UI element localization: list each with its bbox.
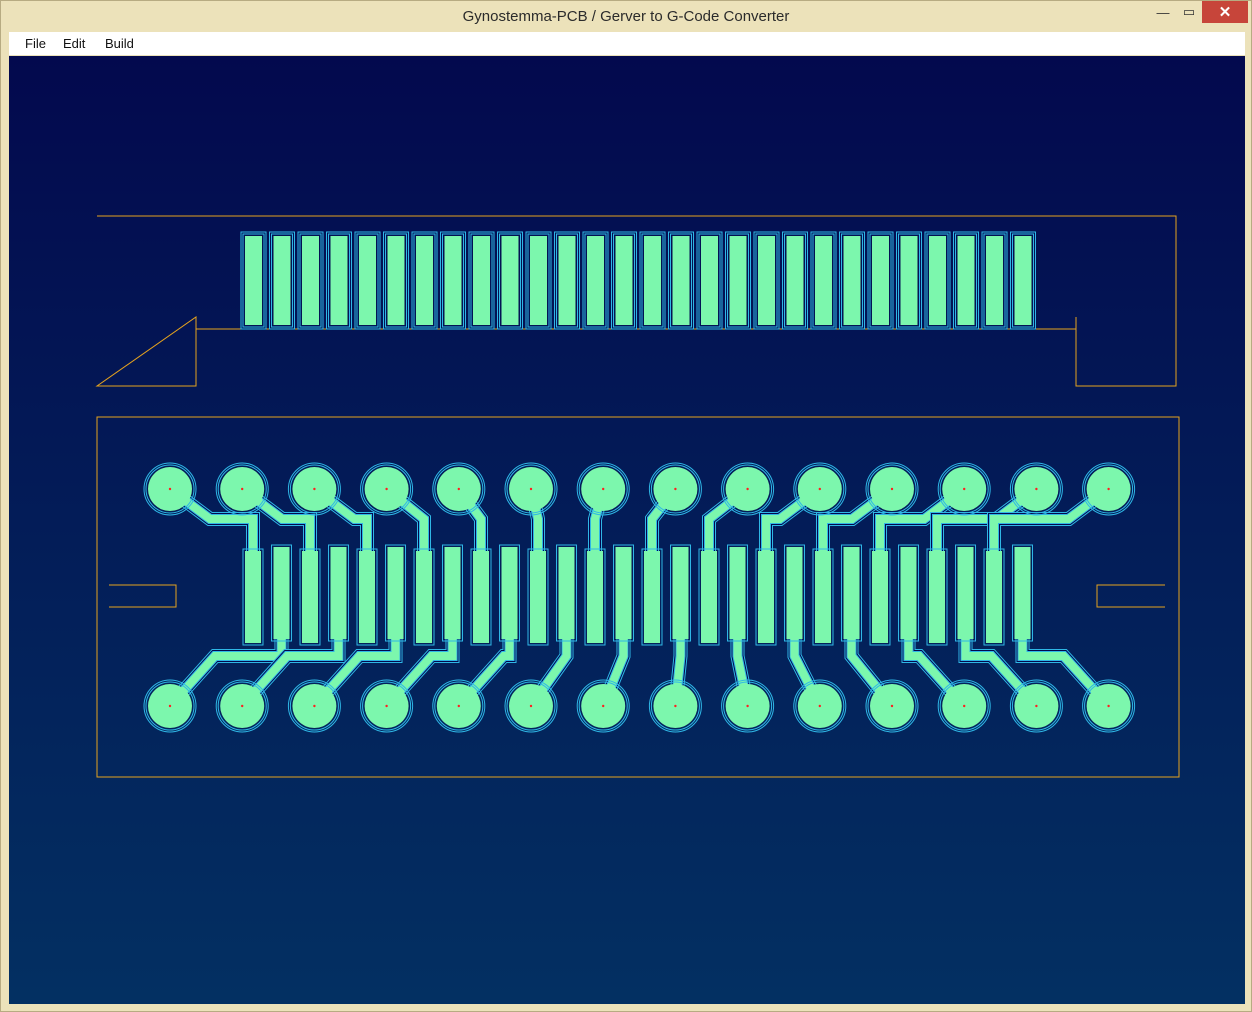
drill-mark: [890, 487, 894, 491]
middle-pad: [986, 551, 1002, 643]
maximize-button[interactable]: ▭: [1175, 1, 1203, 23]
top-pad: [644, 236, 661, 325]
menu-build[interactable]: Build: [105, 36, 134, 51]
top-pad: [330, 236, 348, 325]
drill-mark: [818, 704, 821, 708]
drill-mark: [1035, 487, 1038, 491]
drill-mark: [746, 487, 749, 491]
drill-mark: [674, 487, 677, 491]
top-pad: [929, 236, 946, 325]
top-pad: [957, 236, 975, 325]
drill-mark: [385, 704, 388, 708]
drill-mark: [602, 704, 605, 708]
top-pad: [758, 236, 775, 325]
drill-mark: [457, 704, 460, 708]
middle-pad: [359, 551, 375, 643]
top-pad: [729, 236, 747, 325]
drill-mark: [529, 487, 533, 491]
middle-pad: [872, 551, 888, 643]
top-pad: [530, 236, 547, 325]
app-window: Gynostemma-PCB / Gerver to G-Code Conver…: [0, 0, 1252, 1012]
drill-mark: [241, 704, 244, 708]
top-pad: [501, 236, 519, 325]
top-pad: [473, 236, 490, 325]
right-slot: [1096, 584, 1165, 608]
drill-mark: [1035, 704, 1038, 708]
middle-pad: [1014, 547, 1031, 639]
top-pad: [843, 236, 861, 325]
top-pad: [986, 236, 1003, 325]
top-pad: [359, 236, 376, 325]
top-pad: [587, 236, 604, 325]
middle-pad: [672, 547, 689, 639]
drill-mark: [818, 487, 821, 491]
middle-pad: [729, 547, 746, 639]
drill-mark: [529, 704, 533, 708]
middle-pad: [587, 551, 603, 643]
menu-bar: File Edit Build: [9, 32, 1245, 55]
drill-mark: [602, 487, 605, 491]
middle-pad: [530, 551, 546, 643]
minimize-button[interactable]: —: [1149, 1, 1177, 23]
drill-mark: [1107, 704, 1110, 708]
top-pad: [558, 236, 576, 325]
middle-pad: [786, 547, 803, 639]
middle-pad: [900, 547, 917, 639]
top-pad: [615, 236, 633, 325]
pcb-canvas[interactable]: [9, 56, 1245, 1004]
top-pad: [416, 236, 433, 325]
menu-edit[interactable]: Edit: [63, 36, 85, 51]
drill-mark: [746, 704, 749, 708]
drill-mark: [241, 487, 244, 491]
drill-mark: [168, 704, 172, 708]
drill-mark: [963, 704, 966, 708]
top-pad: [872, 236, 889, 325]
top-pad: [672, 236, 690, 325]
middle-pad: [758, 551, 774, 643]
top-pad: [273, 236, 291, 325]
menu-file[interactable]: File: [25, 36, 46, 51]
top-pad: [245, 236, 262, 325]
middle-pad: [473, 551, 489, 643]
middle-pad: [644, 551, 660, 643]
middle-pad: [273, 547, 290, 639]
top-pad: [701, 236, 718, 325]
middle-pad: [330, 547, 347, 639]
top-pad: [1014, 236, 1032, 325]
drill-mark: [313, 487, 316, 491]
left-slot: [109, 584, 177, 608]
close-button[interactable]: ✕: [1202, 1, 1248, 23]
top-pad: [302, 236, 319, 325]
drill-mark: [385, 487, 388, 491]
middle-pad: [444, 547, 461, 639]
top-pad: [387, 236, 405, 325]
drill-mark: [963, 487, 966, 491]
middle-pad: [615, 547, 632, 639]
middle-pad: [929, 551, 945, 643]
middle-pad: [558, 547, 575, 639]
middle-pad: [501, 547, 518, 639]
drill-mark: [313, 704, 316, 708]
middle-pad: [957, 547, 974, 639]
title-bar[interactable]: Gynostemma-PCB / Gerver to G-Code Conver…: [1, 1, 1251, 32]
drill-mark: [890, 704, 894, 708]
top-pad: [900, 236, 918, 325]
drill-mark: [674, 704, 677, 708]
middle-pad: [701, 551, 717, 643]
middle-pad: [843, 547, 860, 639]
drill-mark: [168, 487, 172, 491]
window-title: Gynostemma-PCB / Gerver to G-Code Conver…: [462, 8, 790, 25]
middle-pad: [245, 551, 261, 643]
middle-pad: [302, 551, 318, 643]
middle-pad: [387, 547, 404, 639]
drill-mark: [457, 487, 460, 491]
middle-pad: [416, 551, 432, 643]
top-pad: [786, 236, 804, 325]
drill-mark: [1107, 487, 1110, 491]
top-pad: [815, 236, 832, 325]
middle-pad: [815, 551, 831, 643]
pcb-view[interactable]: [9, 56, 1245, 1004]
top-pad: [444, 236, 462, 325]
